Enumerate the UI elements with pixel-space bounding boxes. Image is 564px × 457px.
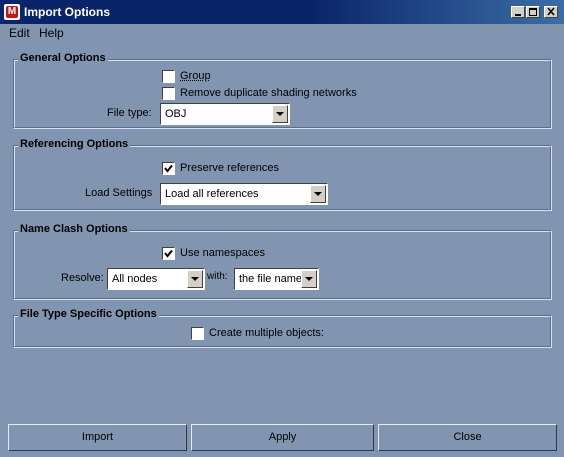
close-dialog-button[interactable]: Close xyxy=(378,424,557,451)
file-type-dropdown[interactable]: OBJ xyxy=(160,103,290,125)
minimize-button[interactable] xyxy=(511,6,525,18)
group-label: Group xyxy=(180,70,211,82)
checkmark-icon xyxy=(164,249,173,258)
checkmark-icon xyxy=(164,164,173,173)
create-multiple-objects-checkbox[interactable] xyxy=(191,327,204,340)
maya-app-icon[interactable]: M xyxy=(4,4,20,20)
file-type-specific-title: File Type Specific Options xyxy=(18,308,159,321)
dropdown-arrow[interactable] xyxy=(310,185,326,203)
dropdown-arrow[interactable] xyxy=(272,105,288,123)
chevron-down-icon xyxy=(191,277,199,281)
with-value: the file name xyxy=(239,273,302,285)
chevron-down-icon xyxy=(276,112,284,116)
resolve-value: All nodes xyxy=(112,273,158,285)
apply-button[interactable]: Apply xyxy=(191,424,374,451)
title-bar[interactable]: M Import Options xyxy=(0,0,564,24)
preserve-references-checkbox[interactable] xyxy=(162,162,175,175)
load-settings-dropdown[interactable]: Load all references xyxy=(160,183,328,205)
maximize-button[interactable] xyxy=(526,6,540,18)
menu-help[interactable]: Help xyxy=(39,26,64,40)
import-button[interactable]: Import xyxy=(8,424,187,451)
name-clash-options-title: Name Clash Options xyxy=(18,223,130,236)
window-title: Import Options xyxy=(24,5,110,19)
resolve-label: Resolve: xyxy=(61,272,104,284)
use-namespaces-label: Use namespaces xyxy=(180,247,265,259)
maximize-icon xyxy=(529,8,537,16)
group-checkbox[interactable] xyxy=(162,70,175,83)
use-namespaces-checkbox[interactable] xyxy=(162,247,175,260)
referencing-options-title: Referencing Options xyxy=(18,138,131,151)
file-type-label: File type: xyxy=(107,107,152,119)
resolve-dropdown[interactable]: All nodes xyxy=(107,268,205,290)
preserve-references-label: Preserve references xyxy=(180,162,280,174)
menu-bar: Edit Help xyxy=(0,24,564,42)
with-dropdown[interactable]: the file name xyxy=(234,268,319,290)
minimize-icon xyxy=(515,14,521,16)
general-options-title: General Options xyxy=(18,52,108,65)
dropdown-arrow[interactable] xyxy=(301,270,317,288)
dropdown-arrow[interactable] xyxy=(187,270,203,288)
menu-edit[interactable]: Edit xyxy=(9,26,30,40)
file-type-value: OBJ xyxy=(165,108,187,120)
close-button[interactable] xyxy=(544,6,558,18)
chevron-down-icon xyxy=(314,192,322,196)
with-label: with: xyxy=(207,271,228,282)
create-multiple-objects-label: Create multiple objects: xyxy=(209,327,324,339)
close-icon xyxy=(547,7,555,16)
chevron-down-icon xyxy=(305,277,313,281)
remove-duplicate-label: Remove duplicate shading networks xyxy=(180,87,357,99)
load-settings-value: Load all references xyxy=(165,188,259,200)
remove-duplicate-checkbox[interactable] xyxy=(162,87,175,100)
load-settings-label: Load Settings xyxy=(85,187,153,199)
